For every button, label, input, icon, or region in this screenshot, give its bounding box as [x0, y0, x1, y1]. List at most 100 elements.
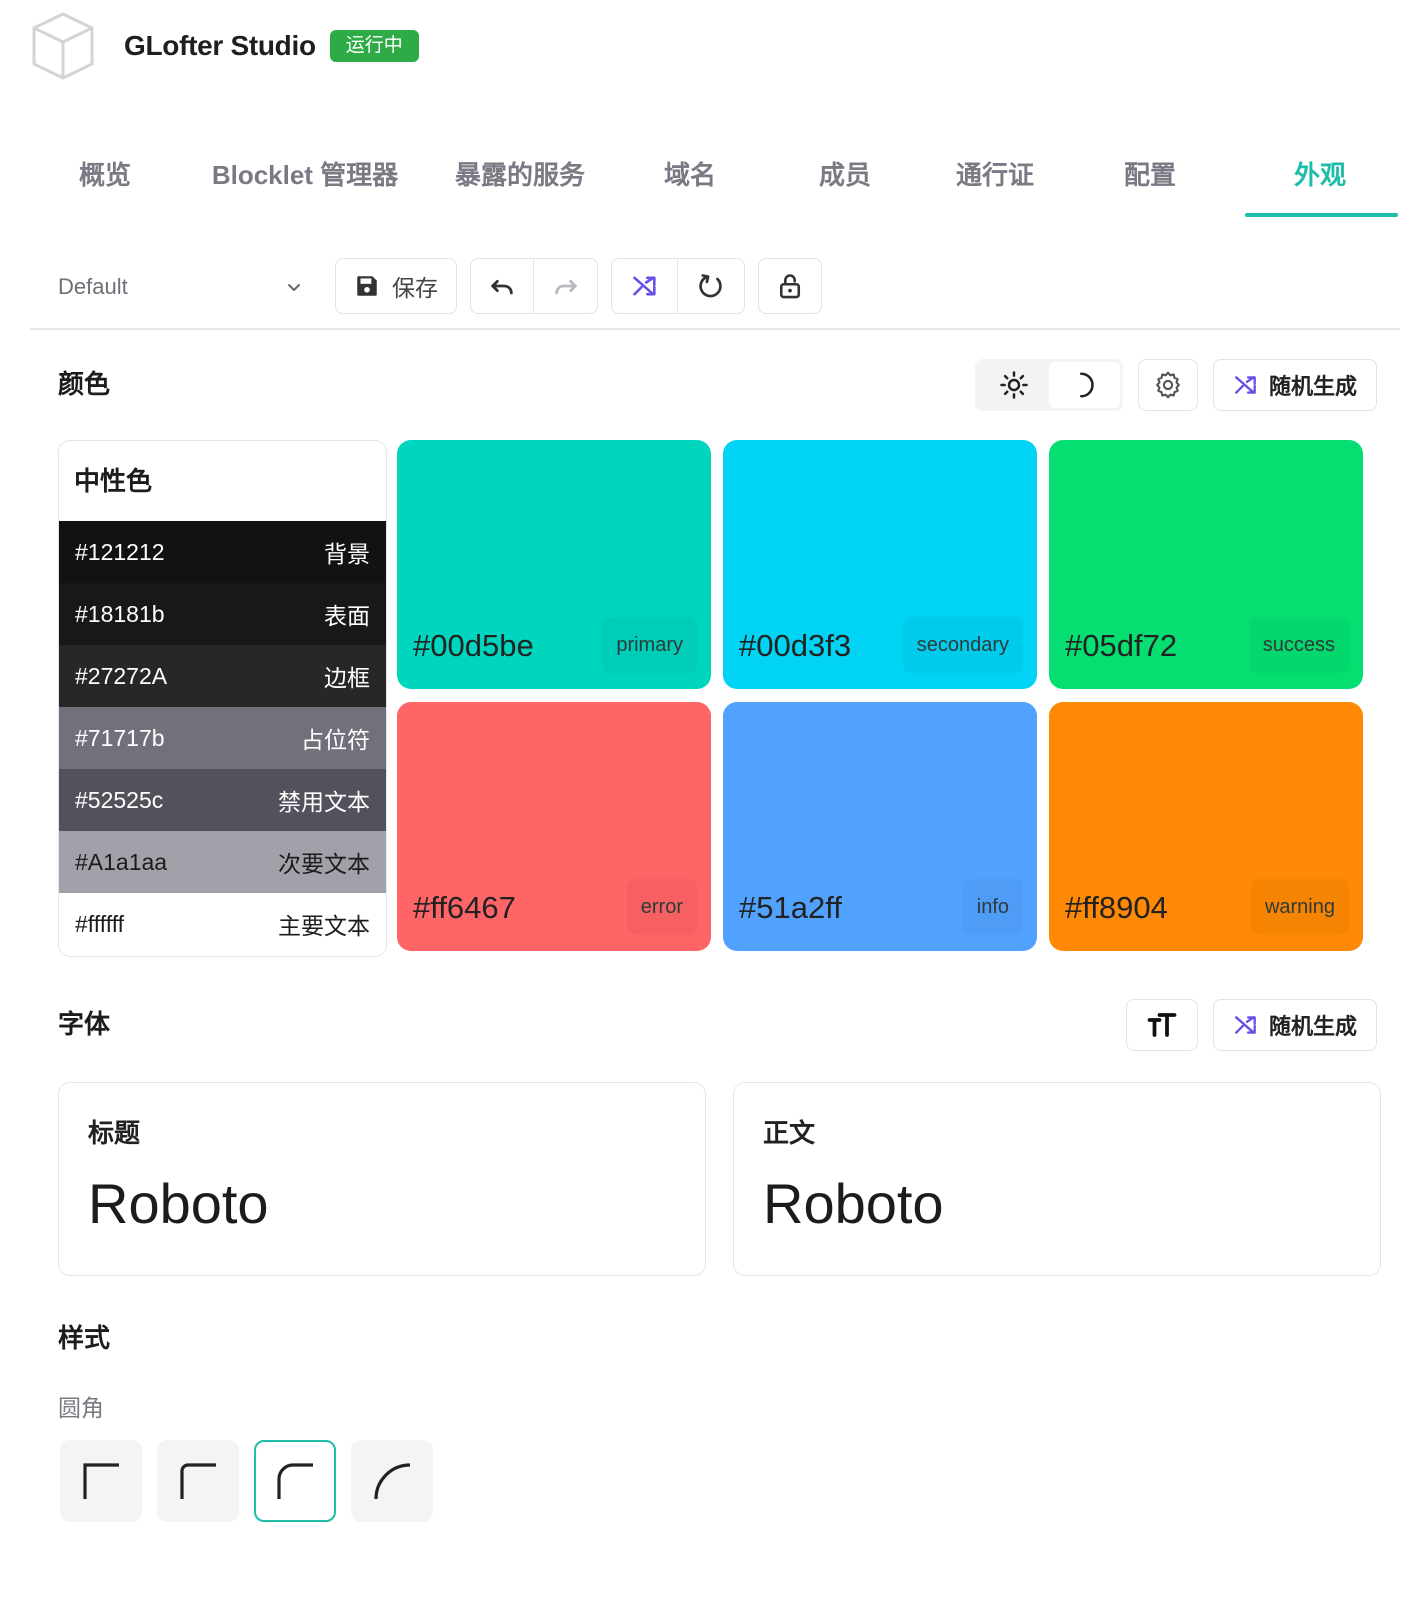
- color-swatch-warning[interactable]: #ff8904 warning: [1049, 702, 1363, 951]
- save-button[interactable]: 保存: [336, 259, 456, 313]
- undo-button[interactable]: [471, 259, 534, 313]
- swatch-role-label: info: [963, 879, 1023, 935]
- color-settings-button[interactable]: [1138, 359, 1198, 411]
- radius-label: 圆角: [58, 1395, 104, 1421]
- neutral-color-list: #121212 背景 #18181b 表面 #27272A 边框 #71717b 占位符 #52…: [59, 521, 386, 955]
- swatch-role-label: error: [627, 879, 697, 935]
- body-font-card[interactable]: 正文 Roboto: [733, 1082, 1381, 1276]
- undo-icon: [491, 279, 513, 295]
- active-tab-indicator: [1245, 213, 1398, 217]
- neutral-color-hex: #A1a1aa: [75, 848, 168, 875]
- shuffle-button[interactable]: [612, 259, 678, 313]
- radius-option-medium[interactable]: [254, 1440, 336, 1522]
- tab-settings[interactable]: 配置: [1105, 140, 1195, 218]
- sun-icon: [999, 371, 1028, 399]
- shuffle-icon: [632, 276, 656, 296]
- neutral-color-name: 表面: [324, 603, 370, 629]
- redo-button[interactable]: [534, 259, 597, 313]
- neutral-color-name: 边框: [324, 665, 370, 691]
- color-mode-toggle: [975, 359, 1123, 411]
- redo-icon: [554, 279, 577, 295]
- theme-select-value: Default: [58, 274, 128, 299]
- body-font-family: Roboto: [763, 1172, 944, 1235]
- chevron-down-icon: [288, 284, 300, 291]
- save-group: 保存: [335, 258, 457, 314]
- history-group: [470, 258, 598, 314]
- swatch-hex: #00d3f3: [739, 628, 852, 663]
- swatch-hex: #05df72: [1065, 628, 1178, 663]
- neutral-colors-panel: 中性色 #121212 背景 #18181b 表面 #27272A 边框 #71717b 占位…: [58, 440, 387, 957]
- tab-domains[interactable]: 域名: [645, 140, 735, 218]
- radius-option-small[interactable]: [157, 1440, 239, 1522]
- swatch-hex: #51a2ff: [739, 890, 842, 925]
- color-swatch-success[interactable]: #05df72 success: [1049, 440, 1363, 689]
- body-font-label: 正文: [763, 1118, 816, 1148]
- gear-icon: [1156, 371, 1180, 399]
- shuffle-icon: [1235, 376, 1256, 394]
- cube-logo-icon: [32, 12, 94, 80]
- light-mode-option[interactable]: [978, 362, 1049, 408]
- tab-bar: 概览 Blocklet 管理器 暴露的服务 域名 成员 通行证 配置 外观: [30, 140, 1400, 218]
- color-swatch-primary[interactable]: #00d5be primary: [397, 440, 711, 689]
- moon-icon: [1079, 372, 1094, 398]
- neutral-color-row[interactable]: #71717b 占位符: [59, 707, 386, 769]
- neutral-color-row[interactable]: #27272A 边框: [59, 645, 386, 707]
- radius-option-large[interactable]: [351, 1440, 433, 1522]
- random-fonts-button[interactable]: 随机生成: [1213, 999, 1377, 1051]
- color-swatch-error[interactable]: #ff6467 error: [397, 702, 711, 951]
- square-corner-icon: [83, 1463, 119, 1499]
- neutral-color-name: 背景: [324, 541, 370, 567]
- random-fonts-label: 随机生成: [1268, 1014, 1357, 1039]
- neutral-color-row[interactable]: #121212 背景: [59, 521, 386, 583]
- text-size-icon: [1147, 1013, 1177, 1037]
- neutral-color-row[interactable]: #A1a1aa 次要文本: [59, 831, 386, 893]
- swatch-role-label: primary: [602, 617, 697, 673]
- tab-members[interactable]: 成员: [800, 140, 890, 218]
- neutral-color-hex: #ffffff: [75, 910, 125, 937]
- toolbar-divider: [30, 328, 1400, 330]
- styles-section-title: 样式: [58, 1323, 111, 1353]
- lock-group: [758, 258, 822, 314]
- unlock-icon: [779, 274, 801, 299]
- heading-font-label: 标题: [88, 1118, 141, 1148]
- neutral-color-name: 占位符: [301, 727, 370, 753]
- neutral-color-hex: #27272A: [75, 662, 168, 689]
- radius-option-none[interactable]: [60, 1440, 142, 1522]
- swatch-role-label: secondary: [903, 617, 1023, 673]
- save-label: 保存: [392, 275, 438, 301]
- swatch-hex: #00d5be: [413, 628, 534, 663]
- neutral-colors-title: 中性色: [74, 466, 153, 496]
- reset-button[interactable]: [678, 259, 744, 313]
- neutral-color-row[interactable]: #ffffff 主要文本: [59, 893, 386, 955]
- neutral-color-name: 禁用文本: [278, 789, 370, 815]
- status-badge: 运行中: [329, 30, 419, 62]
- swatch-role-label: warning: [1251, 879, 1349, 935]
- random-colors-button[interactable]: 随机生成: [1213, 359, 1377, 411]
- neutral-color-row[interactable]: #52525c 禁用文本: [59, 769, 386, 831]
- tab-blocklet-manager[interactable]: Blocklet 管理器: [200, 140, 410, 218]
- theme-select[interactable]: Default: [58, 258, 303, 316]
- tab-passports[interactable]: 通行证: [940, 140, 1050, 218]
- app-header: GLofter Studio 运行中: [30, 10, 419, 82]
- heading-font-card[interactable]: 标题 Roboto: [58, 1082, 706, 1276]
- tab-overview[interactable]: 概览: [60, 140, 150, 218]
- lock-button[interactable]: [759, 259, 821, 313]
- font-size-button[interactable]: [1126, 999, 1198, 1051]
- color-swatch-secondary[interactable]: #00d3f3 secondary: [723, 440, 1037, 689]
- random-colors-label: 随机生成: [1268, 374, 1357, 399]
- neutral-color-row[interactable]: #18181b 表面: [59, 583, 386, 645]
- neutral-color-hex: #52525c: [75, 786, 164, 813]
- color-swatch-info[interactable]: #51a2ff info: [723, 702, 1037, 951]
- small-rounded-corner-icon: [180, 1463, 216, 1499]
- toolbar: Default 保存: [30, 258, 1400, 316]
- swatch-hex: #ff8904: [1065, 890, 1168, 925]
- tab-exposed-services[interactable]: 暴露的服务: [445, 140, 595, 218]
- tab-appearance[interactable]: 外观: [1245, 140, 1395, 218]
- shuffle-reset-group: [611, 258, 745, 314]
- heading-font-family: Roboto: [88, 1172, 269, 1235]
- fonts-section-title: 字体: [58, 1009, 111, 1039]
- shuffle-icon: [1235, 1016, 1256, 1034]
- large-rounded-corner-icon: [374, 1463, 411, 1500]
- colors-section-title: 颜色: [58, 369, 111, 399]
- dark-mode-option[interactable]: [1049, 362, 1120, 408]
